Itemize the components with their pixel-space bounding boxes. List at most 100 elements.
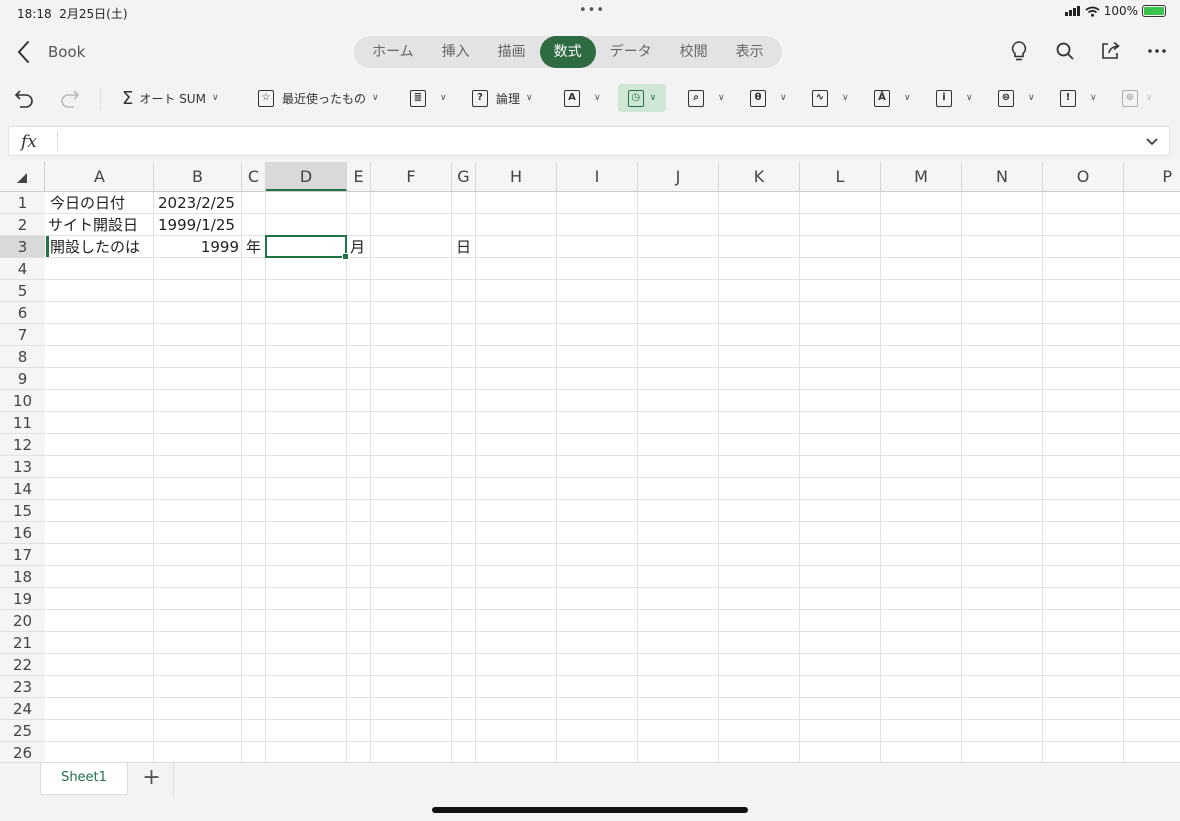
text-icon: A xyxy=(564,89,580,107)
row-header[interactable]: 26 xyxy=(0,742,45,762)
fx-icon[interactable]: fx xyxy=(21,132,37,152)
chevron-down-icon: ∨ xyxy=(526,93,533,103)
row-header[interactable]: 17 xyxy=(0,544,45,566)
tab-view[interactable]: 表示 xyxy=(722,36,778,68)
row-header[interactable]: 2 xyxy=(0,214,45,236)
autosum-button[interactable]: Σ オート SUM ∨ xyxy=(122,84,219,112)
row-header[interactable]: 24 xyxy=(0,698,45,720)
cell-B3[interactable]: 1999 xyxy=(154,236,239,258)
status-time: 18:18 2月25日(土) xyxy=(17,7,128,21)
financial-button[interactable]: ≣ ∨ xyxy=(410,84,447,112)
row-header[interactable]: 1 xyxy=(0,192,45,214)
tab-data[interactable]: データ xyxy=(596,36,666,68)
tab-review[interactable]: 校閲 xyxy=(666,36,722,68)
row-header[interactable]: 16 xyxy=(0,522,45,544)
row-header[interactable]: 7 xyxy=(0,324,45,346)
row-header[interactable]: 3 xyxy=(0,236,45,258)
date-time-button[interactable]: ◷ ∨ xyxy=(618,84,666,112)
col-header-N[interactable]: N xyxy=(962,162,1043,191)
row-header[interactable]: 18 xyxy=(0,566,45,588)
col-header-L[interactable]: L xyxy=(800,162,881,191)
formula-bar[interactable]: fx xyxy=(8,126,1170,156)
col-header-M[interactable]: M xyxy=(881,162,962,191)
tab-insert[interactable]: 挿入 xyxy=(428,36,484,68)
cell-C3[interactable]: 年 xyxy=(246,236,261,258)
globe-icon: ⊕ xyxy=(1122,89,1138,107)
fill-handle[interactable] xyxy=(342,253,349,260)
cell-G3[interactable]: 日 xyxy=(456,236,471,258)
math-button[interactable]: θ ∨ xyxy=(750,84,787,112)
col-header-B[interactable]: B xyxy=(154,162,242,191)
tab-home[interactable]: ホーム xyxy=(358,36,428,68)
lookup-button[interactable]: ⌕ ∨ xyxy=(688,84,725,112)
share-icon[interactable] xyxy=(1100,40,1122,62)
add-sheet-button[interactable]: + xyxy=(130,763,174,795)
col-header-H[interactable]: H xyxy=(476,162,557,191)
lightbulb-icon[interactable] xyxy=(1008,40,1030,62)
text-functions-button[interactable]: A ∨ xyxy=(564,84,601,112)
tab-draw[interactable]: 描画 xyxy=(484,36,540,68)
col-header-F[interactable]: F xyxy=(371,162,452,191)
statistics-button[interactable]: ∿ ∨ xyxy=(812,84,849,112)
undo-icon[interactable] xyxy=(12,84,36,112)
multitasking-dots-icon[interactable]: ••• xyxy=(579,3,605,18)
col-header-P[interactable]: P xyxy=(1124,162,1180,191)
redo-icon[interactable] xyxy=(58,84,82,112)
row-header[interactable]: 22 xyxy=(0,654,45,676)
col-header-C[interactable]: C xyxy=(242,162,266,191)
col-header-O[interactable]: O xyxy=(1043,162,1124,191)
col-header-E[interactable]: E xyxy=(347,162,371,191)
row-header[interactable]: 12 xyxy=(0,434,45,456)
row-header[interactable]: 4 xyxy=(0,258,45,280)
home-indicator[interactable] xyxy=(432,807,748,813)
col-header-D[interactable]: D xyxy=(266,162,347,191)
cell-A1[interactable]: 今日の日付 xyxy=(50,192,125,214)
row-header[interactable]: 21 xyxy=(0,632,45,654)
col-header-G[interactable]: G xyxy=(452,162,476,191)
cell-E3[interactable]: 月 xyxy=(350,236,365,258)
select-all-corner[interactable] xyxy=(0,162,45,191)
clock-icon: ◷ xyxy=(627,89,644,107)
row-header[interactable]: 6 xyxy=(0,302,45,324)
chevron-down-icon: ∨ xyxy=(594,93,601,103)
expand-chevron-icon[interactable] xyxy=(1145,134,1159,148)
spreadsheet-grid[interactable]: A B C D E F G H I J K L M N O P 1 2 3 4 … xyxy=(0,162,1180,762)
more-icon[interactable] xyxy=(1146,40,1168,62)
tab-formulas[interactable]: 数式 xyxy=(539,36,596,68)
database-icon: ⊜ xyxy=(998,89,1014,107)
row-header[interactable]: 11 xyxy=(0,412,45,434)
cell-A3[interactable]: 開設したのは xyxy=(50,236,140,258)
sigma-icon: Σ xyxy=(122,87,134,109)
row-header[interactable]: 13 xyxy=(0,456,45,478)
sheet-tab-sheet1[interactable]: Sheet1 xyxy=(40,763,128,795)
row-header[interactable]: 25 xyxy=(0,720,45,742)
row-header[interactable]: 20 xyxy=(0,610,45,632)
row-header[interactable]: 9 xyxy=(0,368,45,390)
row-header[interactable]: 15 xyxy=(0,500,45,522)
recent-functions-button[interactable]: ☆ 最近使ったもの ∨ xyxy=(258,84,379,112)
engineering-button[interactable]: Å ∨ xyxy=(874,84,911,112)
cell-area[interactable]: 今日の日付 2023/2/25 サイト開設日 1999/1/25 開設したのは … xyxy=(46,192,1180,762)
back-chevron-icon[interactable] xyxy=(12,38,38,66)
col-header-J[interactable]: J xyxy=(638,162,719,191)
cell-B2[interactable]: 1999/1/25 xyxy=(158,214,235,236)
row-header[interactable]: 14 xyxy=(0,478,45,500)
cell-B1[interactable]: 2023/2/25 xyxy=(158,192,235,214)
logical-button[interactable]: ? 論理 ∨ xyxy=(472,84,533,112)
selected-cell-D3[interactable] xyxy=(265,235,349,260)
cell-A2[interactable]: サイト開設日 xyxy=(48,214,138,236)
search-icon[interactable] xyxy=(1054,40,1076,62)
database-button[interactable]: ⊜ ∨ xyxy=(998,84,1035,112)
workbook-title[interactable]: Book xyxy=(48,43,85,61)
row-header[interactable]: 19 xyxy=(0,588,45,610)
col-header-A[interactable]: A xyxy=(46,162,154,191)
row-header[interactable]: 23 xyxy=(0,676,45,698)
compatibility-button[interactable]: ! ∨ xyxy=(1060,84,1097,112)
row-header[interactable]: 8 xyxy=(0,346,45,368)
col-header-I[interactable]: I xyxy=(557,162,638,191)
row-header[interactable]: 5 xyxy=(0,280,45,302)
information-button[interactable]: i ∨ xyxy=(936,84,973,112)
row-header[interactable]: 10 xyxy=(0,390,45,412)
chevron-down-icon: ∨ xyxy=(718,93,725,103)
col-header-K[interactable]: K xyxy=(719,162,800,191)
